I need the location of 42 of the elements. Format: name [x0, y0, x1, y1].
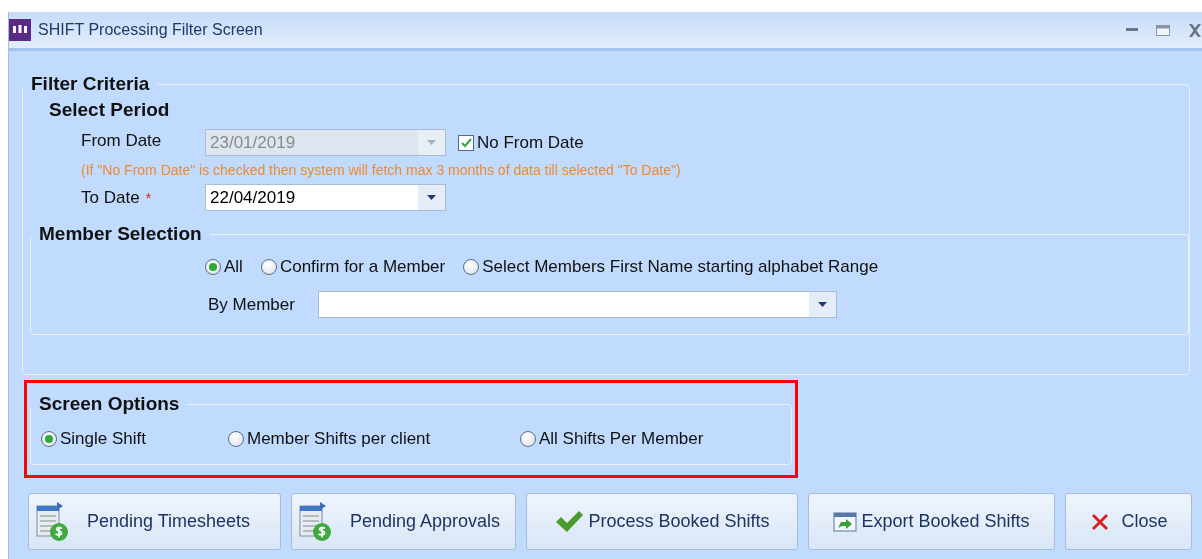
checkmark-icon — [554, 509, 585, 534]
app-logo-icon — [9, 19, 31, 41]
field-label: From Date — [81, 130, 163, 151]
hint-text: (If "No From Date" is checked then system will fetch max 3 months of data till selected "To Date") — [81, 162, 682, 178]
field-label: To Date — [81, 187, 140, 208]
radio-label: All Shifts Per Member — [539, 429, 704, 449]
dropdown-arrow-icon — [817, 302, 827, 307]
action-button[interactable]: Export Booked Shifts — [808, 493, 1055, 550]
field-label: By Member — [208, 294, 295, 315]
radio-button[interactable] — [228, 431, 244, 447]
group-title: Member Selection — [38, 223, 203, 245]
group-title: Screen Options — [38, 393, 181, 415]
checkbox[interactable] — [458, 134, 474, 151]
date-dropdown[interactable]: 22/04/2019 — [205, 184, 446, 211]
action-button[interactable]: Close — [1065, 493, 1192, 550]
radio-label: Member Shifts per client — [247, 429, 431, 449]
group-title: Filter Criteria — [30, 73, 151, 95]
section-title: Select Period — [49, 99, 171, 121]
minimize-icon[interactable] — [1126, 28, 1138, 32]
dropdown-arrow-icon — [427, 140, 436, 145]
radio-button[interactable] — [260, 259, 277, 275]
radio-label: All — [224, 257, 243, 277]
action-button[interactable]: Pending Approvals — [291, 493, 516, 550]
required-marker: * — [145, 189, 152, 206]
maximize-icon[interactable] — [1156, 24, 1170, 36]
export-window-icon — [833, 511, 858, 532]
radio-label: Select Members First Name starting alphabet Range — [482, 257, 879, 277]
checkmark-icon — [460, 137, 472, 148]
action-button[interactable]: Pending Timesheets — [28, 493, 281, 550]
radio-label: Confirm for a Member — [279, 257, 446, 277]
spreadsheet-dollar-icon — [298, 501, 334, 542]
radio-button[interactable] — [463, 259, 480, 275]
checkbox-label: No From Date — [477, 132, 584, 153]
radio-button[interactable] — [41, 431, 57, 447]
radio-button[interactable] — [520, 431, 536, 447]
window-title: SHIFT Processing Filter Screen — [38, 21, 263, 39]
radio-button[interactable] — [205, 259, 221, 275]
dropdown-arrow-icon — [427, 195, 436, 200]
spreadsheet-dollar-icon — [35, 501, 71, 542]
close-icon[interactable] — [1188, 23, 1202, 37]
action-button[interactable]: Process Booked Shifts — [526, 493, 798, 550]
radio-label: Single Shift — [60, 429, 146, 449]
